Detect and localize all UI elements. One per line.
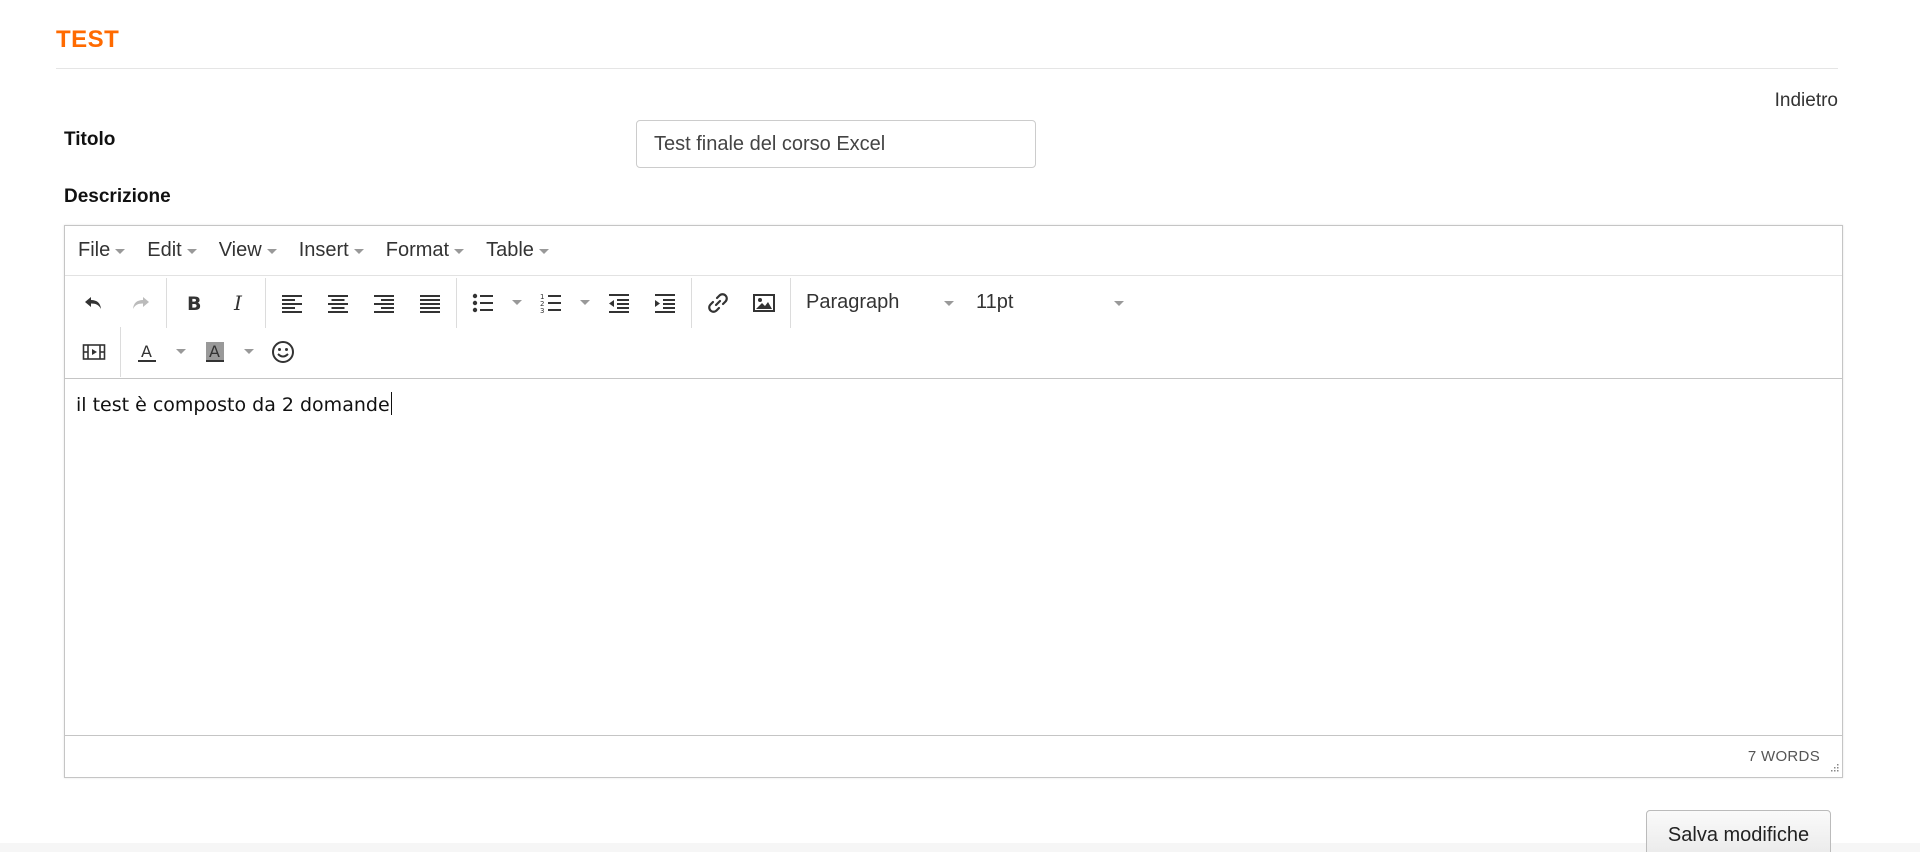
redo-button[interactable] [117, 283, 163, 323]
bold-icon: B [187, 293, 201, 315]
menu-format[interactable]: Format [386, 239, 465, 262]
block-format-select[interactable]: Paragraph [794, 283, 964, 323]
background-color-dropdown[interactable] [238, 332, 260, 372]
numbered-list-button[interactable]: 123 [528, 283, 574, 323]
chevron-down-icon [944, 301, 954, 306]
svg-text:B: B [187, 293, 201, 315]
align-right-button[interactable] [361, 283, 407, 323]
background-color-button[interactable]: A [192, 332, 238, 372]
align-justify-icon [420, 294, 440, 313]
toolbar-separator [166, 277, 167, 328]
italic-icon: I [233, 291, 243, 315]
menu-file[interactable]: File [78, 239, 126, 262]
text-color-split: A [124, 332, 192, 372]
svg-text:3: 3 [540, 307, 544, 315]
editor-text: il test è composto da 2 domande [76, 394, 390, 416]
page-bottom-band [0, 843, 1920, 852]
link-icon [708, 292, 728, 313]
chevron-down-icon [454, 249, 465, 254]
menu-table[interactable]: Table [486, 239, 549, 262]
indent-button[interactable] [642, 283, 688, 323]
chevron-down-icon [115, 249, 126, 254]
title-label: Titolo [64, 129, 116, 150]
chevron-down-icon [512, 300, 522, 305]
numbered-list-split: 123 [528, 283, 596, 323]
svg-text:I: I [233, 291, 243, 315]
align-center-button[interactable] [315, 283, 361, 323]
svg-text:A: A [209, 342, 220, 361]
toolbar-separator [120, 326, 121, 377]
outdent-icon [609, 293, 629, 313]
emoticons-icon [272, 340, 294, 363]
align-left-icon [282, 294, 302, 313]
chevron-down-icon [538, 249, 549, 254]
toolbar-row-1: B I 1 2 3 Paragraph 11pt [65, 277, 1842, 328]
resize-handle-icon[interactable] [1827, 762, 1839, 774]
chevron-down-icon [176, 349, 186, 354]
toolbar-separator [691, 277, 692, 328]
font-size-select[interactable]: 11pt [964, 283, 1134, 323]
toolbar-separator [265, 277, 266, 328]
menu-edit[interactable]: Edit [147, 239, 197, 262]
text-color-button[interactable]: A [124, 332, 170, 372]
chevron-down-icon [353, 249, 364, 254]
back-link[interactable]: Indietro [1775, 90, 1838, 112]
chevron-down-icon [186, 249, 197, 254]
bold-button[interactable]: B [170, 283, 216, 323]
rich-text-editor: File Edit View Insert Format Table B I 1… [64, 225, 1843, 778]
image-button[interactable] [741, 283, 787, 323]
emoticons-button[interactable] [260, 332, 306, 372]
indent-icon [655, 293, 675, 313]
align-left-button[interactable] [269, 283, 315, 323]
align-justify-button[interactable] [407, 283, 453, 323]
title-input[interactable] [636, 120, 1036, 168]
undo-button[interactable] [71, 283, 117, 323]
numbered-list-icon: 123 [540, 293, 561, 315]
toolbar-separator [790, 277, 791, 328]
bullet-list-dropdown[interactable] [506, 283, 528, 323]
save-button[interactable]: Salva modifiche [1646, 810, 1831, 852]
italic-button[interactable]: I [216, 283, 262, 323]
background-color-split: A [192, 332, 260, 372]
outdent-button[interactable] [596, 283, 642, 323]
link-button[interactable] [695, 283, 741, 323]
toolbar-row-2: A A [65, 326, 1842, 377]
align-center-icon [328, 294, 348, 313]
menu-view[interactable]: View [219, 239, 277, 262]
undo-icon [85, 296, 101, 309]
redo-icon [133, 296, 149, 309]
editor-menubar: File Edit View Insert Format Table [65, 226, 1842, 276]
align-right-icon [374, 294, 394, 313]
editor-content-area[interactable]: il test è composto da 2 domande [65, 378, 1842, 737]
svg-text:A: A [141, 342, 152, 361]
menu-insert[interactable]: Insert [299, 239, 364, 262]
chevron-down-icon [580, 300, 590, 305]
media-icon [82, 343, 106, 360]
chevron-down-icon [266, 249, 277, 254]
word-count: 7 WORDS [1747, 748, 1820, 765]
bullet-list-button[interactable] [460, 283, 506, 323]
bullet-list-icon [472, 293, 493, 312]
text-color-icon: A [138, 342, 156, 362]
page-title: TEST [56, 26, 120, 53]
background-color-icon: A [206, 341, 224, 362]
toolbar-separator [456, 277, 457, 328]
text-color-dropdown[interactable] [170, 332, 192, 372]
chevron-down-icon [244, 349, 254, 354]
editor-toolbar: B I 1 2 3 Paragraph 11pt A A [65, 276, 1842, 379]
editor-statusbar: 7 WORDS [65, 735, 1842, 777]
description-label: Descrizione [64, 186, 171, 207]
media-button[interactable] [71, 332, 117, 372]
numbered-list-dropdown[interactable] [574, 283, 596, 323]
bullet-list-split [460, 283, 528, 323]
image-icon [753, 293, 775, 312]
title-divider [56, 68, 1838, 69]
chevron-down-icon [1114, 301, 1124, 306]
text-cursor [390, 392, 392, 415]
